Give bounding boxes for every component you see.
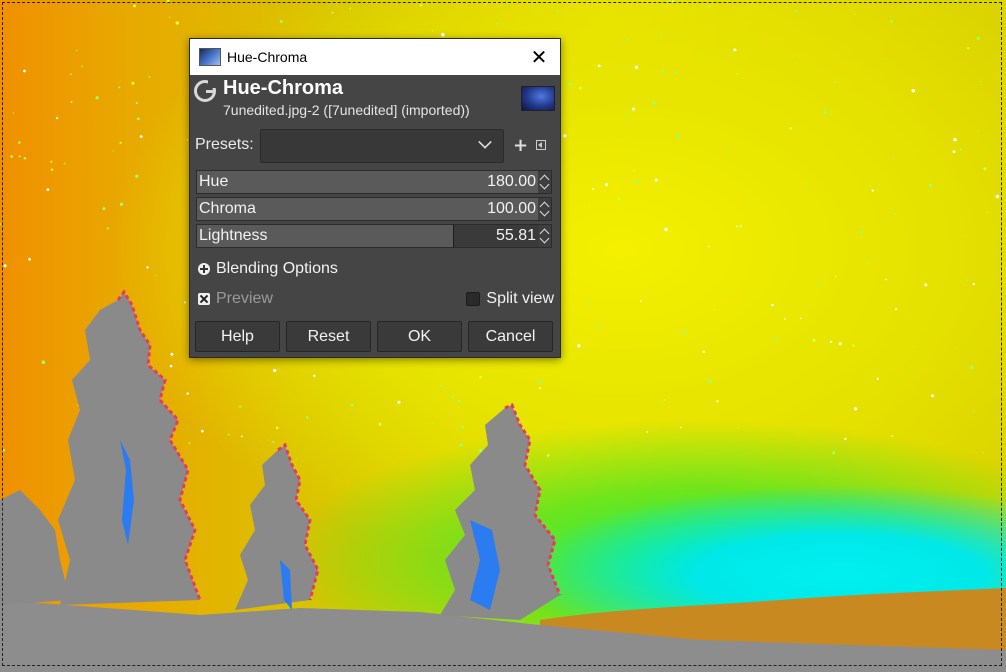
hue-chroma-dialog: Hue-Chroma ✕ Hue-Chroma 7unedited.jpg-2 … [189,38,561,358]
button-row: Help Reset OK Cancel [195,321,555,353]
blending-options-label[interactable]: Blending Options [216,260,338,278]
split-view-checkbox[interactable] [466,292,481,306]
presets-row: Presets: + [195,129,557,163]
gimp-g-logo-icon [194,79,217,102]
presets-combo[interactable] [260,129,504,163]
image-thumbnail [521,86,555,111]
expand-plus-icon[interactable] [198,263,210,275]
chroma-slider[interactable]: Chroma 100.00 [196,197,552,221]
gimp-image-icon [199,48,221,66]
slider-marker [453,225,454,247]
ok-button[interactable]: OK [377,321,462,352]
dialog-header: Hue-Chroma 7unedited.jpg-2 ([7unedited] … [190,75,560,127]
spin-buttons[interactable] [538,171,551,193]
slider-label: Lightness [199,227,268,244]
window-titlebar[interactable]: Hue-Chroma ✕ [190,39,560,75]
spin-buttons[interactable] [538,198,551,220]
slider-label: Chroma [199,200,256,217]
cancel-button[interactable]: Cancel [468,321,553,352]
slider-label: Hue [199,173,229,190]
blending-options-expander[interactable]: Blending Options [198,259,338,279]
slider-value[interactable]: 55.81 [496,227,536,245]
lightness-slider[interactable]: Lightness 55.81 [196,224,552,248]
window-title: Hue-Chroma [227,49,308,65]
slider-value[interactable]: 180.00 [487,173,536,191]
presets-label: Presets: [195,136,254,153]
plus-icon[interactable]: + [513,135,528,156]
reset-button[interactable]: Reset [286,321,371,352]
spin-buttons[interactable] [538,225,551,247]
dialog-title: Hue-Chroma [223,77,344,99]
split-view-label[interactable]: Split view [486,290,554,308]
preview-toggle[interactable]: Preview [198,289,273,309]
split-view-toggle[interactable]: Split view [466,289,554,309]
preview-label[interactable]: Preview [216,290,273,308]
preset-menu-icon[interactable] [536,140,546,150]
dialog-subtitle: 7unedited.jpg-2 ([7unedited] (imported)) [223,102,470,118]
hue-slider[interactable]: Hue 180.00 [196,170,552,194]
help-button[interactable]: Help [195,321,280,352]
preview-checkbox[interactable] [198,293,210,305]
chevron-down-icon [478,135,492,149]
close-icon[interactable]: ✕ [518,39,560,75]
slider-value[interactable]: 100.00 [487,200,536,218]
